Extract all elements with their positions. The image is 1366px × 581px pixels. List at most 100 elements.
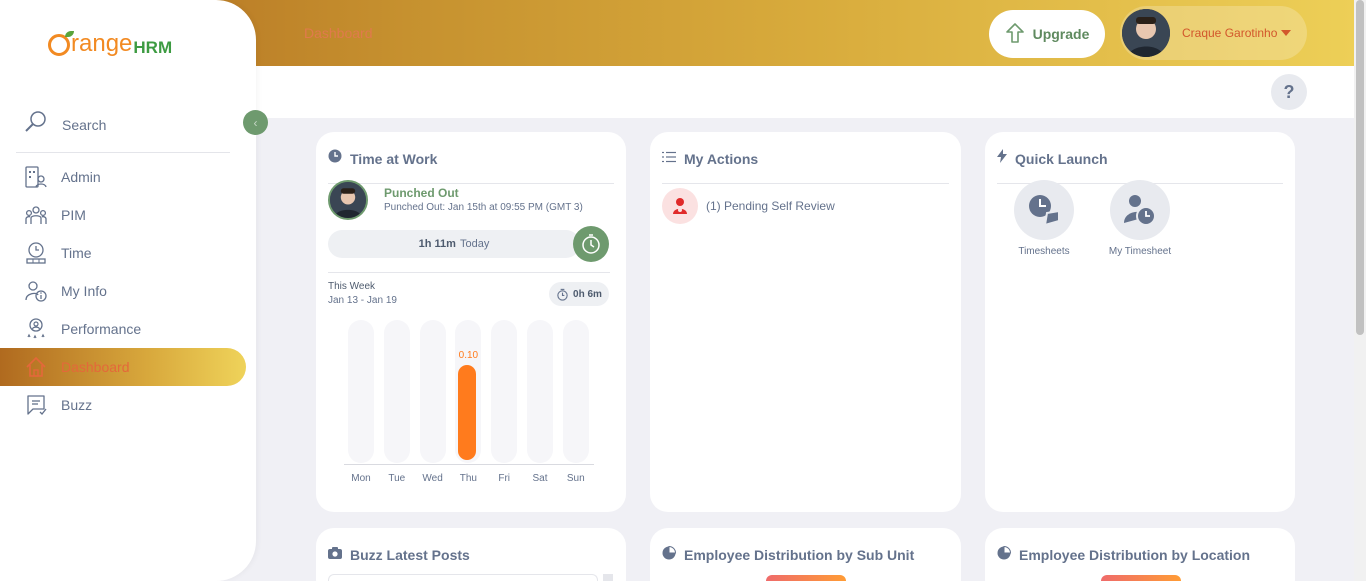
employee-distribution-location-card: Employee Distribution by Location [985,528,1295,581]
logo-hrm-text: HRM [133,38,173,57]
list-icon [662,150,676,168]
pie-chart-icon [997,545,1012,565]
clock-icon [328,149,342,168]
upgrade-label: Upgrade [1032,26,1090,42]
person-review-icon [662,188,698,224]
card-title: Quick Launch [1015,150,1108,167]
upgrade-arrow-icon [1005,22,1025,47]
sidebar-item-performance[interactable]: Performance [24,317,141,340]
scroll-thumb[interactable] [1356,0,1364,335]
today-summary: 1h 11m Today [328,230,580,258]
card-header: My Actions [662,144,949,184]
sidebar-item-label: My Info [61,282,107,299]
bar-track-tue [383,320,410,463]
card-title: Buzz Latest Posts [350,547,470,563]
bar-track-sun [562,320,589,463]
day-label: Mon [351,473,371,484]
employee-distribution-sub-unit-card: Employee Distribution by Sub Unit [650,528,961,581]
buzz-icon [24,393,47,416]
quick-launch-my-timesheet[interactable]: My Timesheet [1100,180,1180,257]
sidebar-search[interactable]: Search [24,110,106,139]
card-header: Time at Work [328,144,614,184]
bar-track-fri [491,320,518,463]
search-label: Search [62,116,107,133]
location-pie-chart [1101,575,1181,581]
sub-header-bar [256,66,1354,118]
sidebar-item-dashboard[interactable]: Dashboard [24,355,130,378]
today-value: 1h 11m [418,238,456,250]
time-at-work-card: Time at Work Punched Out Punched Out: Ja… [316,132,626,512]
time-icon [24,241,47,264]
user-dropdown[interactable]: Craque Garotinho [1120,6,1307,60]
user-name: Craque Garotinho [1182,26,1278,40]
card-header: Quick Launch [997,144,1283,184]
action-item[interactable]: (1) Pending Self Review [662,188,835,224]
buzz-scrollbar[interactable] [603,574,613,581]
stopwatch-icon [582,234,600,254]
quick-launch-label: Timesheets [1018,246,1070,257]
help-button[interactable]: ? [1271,74,1307,110]
page-title: Dashboard [304,25,373,41]
punch-status-detail: Punched Out: Jan 15th at 09:55 PM (GMT 3… [384,202,583,213]
sidebar-item-label: Admin [61,168,101,185]
sidebar-item-label: Buzz [61,396,93,413]
sidebar-item-label: Time [61,244,92,261]
sidebar-item-admin[interactable]: Admin [24,165,101,188]
sidebar-item-my-info[interactable]: My Info [24,279,107,302]
lightning-icon [997,149,1007,168]
week-total-value: 0h 6m [573,288,602,300]
my-info-icon [24,279,47,302]
action-text: (1) Pending Self Review [706,199,835,213]
camera-icon [328,546,342,564]
day-label: Wed [422,473,443,484]
caret-down-icon [1281,30,1292,36]
card-title: Time at Work [350,150,438,167]
bar-track-mon [348,320,374,463]
orangehrm-logo[interactable]: range HRM [48,30,172,58]
sidebar-item-pim[interactable]: PIM [24,203,86,226]
sidebar-item-label: Performance [61,320,142,337]
buzz-latest-posts-card: Buzz Latest Posts [316,528,626,581]
buzz-post-preview[interactable] [328,574,598,581]
day-label: Fri [498,473,511,484]
admin-icon [24,165,47,188]
quick-launch-card: Quick Launch Timesheets My Timesheet [985,132,1295,512]
my-timesheet-icon [1110,180,1170,240]
pim-icon [24,203,47,226]
card-title: Employee Distribution by Location [1019,547,1251,563]
employee-avatar [328,180,368,220]
bar-track-thu [455,320,482,463]
sidebar-item-label: PIM [61,206,86,223]
home-icon [24,355,47,378]
day-label: Sun [566,473,585,484]
sidebar-item-time[interactable]: Time [24,241,92,264]
timesheets-icon [1014,180,1074,240]
section-divider [328,272,610,273]
sidebar-collapse-button[interactable]: ‹ [243,110,268,135]
upgrade-button[interactable]: Upgrade [989,10,1105,58]
quick-launch-label: My Timesheet [1108,246,1172,257]
card-header: Employee Distribution by Location [997,540,1283,580]
quick-launch-timesheets[interactable]: Timesheets [1004,180,1084,257]
logo-orange-icon [48,31,74,56]
logo-text: range [71,30,133,57]
performance-icon [24,317,47,340]
chevron-left-icon: ‹ [253,115,258,130]
stopwatch-icon [557,288,568,301]
punch-in-button[interactable] [573,226,609,262]
search-icon [24,110,48,139]
punch-status: Punched Out [384,186,459,200]
day-label: Tue [388,473,406,484]
sidebar-divider [16,152,230,153]
week-range: Jan 13 - Jan 19 [328,295,397,306]
sidebar-item-buzz[interactable]: Buzz [24,393,92,416]
sub-unit-pie-chart [766,575,846,581]
bar-track-wed [419,320,446,463]
bar-track-sat [527,320,553,463]
my-actions-card: My Actions (1) Pending Self Review [650,132,961,512]
day-label: Sat [532,473,548,484]
page-scrollbar[interactable] [1354,0,1366,581]
sidebar: range HRM Search Admin PIM Time My Info [0,0,256,581]
bar-thu[interactable] [458,365,477,460]
chart-axis [344,464,594,465]
